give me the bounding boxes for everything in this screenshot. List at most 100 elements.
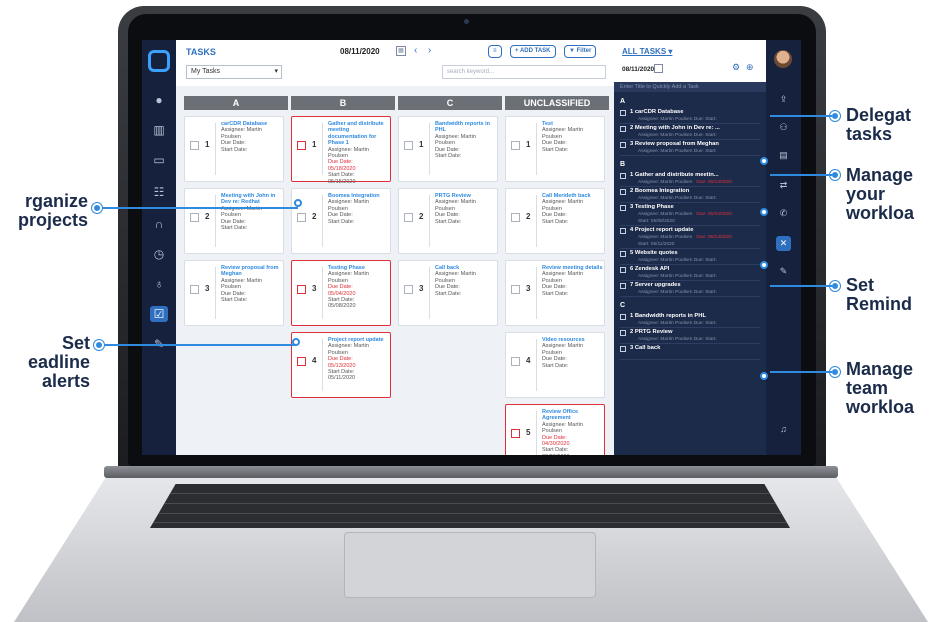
transfer-icon[interactable]: ⇄ xyxy=(776,178,791,193)
task-checkbox[interactable] xyxy=(620,173,626,179)
task-priority-number: 4 xyxy=(312,356,317,365)
contact-card-icon[interactable]: ▤ xyxy=(776,148,791,163)
task-checkbox[interactable] xyxy=(404,285,413,294)
trackpad xyxy=(344,532,596,598)
task-checkbox[interactable] xyxy=(620,251,626,257)
task-checkbox[interactable] xyxy=(511,357,520,366)
callout-line-deadline xyxy=(104,344,296,346)
task-checkbox[interactable] xyxy=(620,189,626,195)
task-checkbox[interactable] xyxy=(297,213,306,222)
divider xyxy=(620,280,760,281)
add-task-button[interactable]: + ADD TASK xyxy=(510,45,556,58)
task-detail: Start Date: xyxy=(542,146,569,153)
team-icon[interactable]: ☷ xyxy=(150,184,168,200)
task-priority-number: 2 xyxy=(312,212,317,221)
task-card[interactable]: 1 Bandwidth reports in PHL Assignee: Marti… xyxy=(398,116,498,182)
history-icon[interactable]: ◷ xyxy=(150,246,168,262)
task-checkbox[interactable] xyxy=(297,285,306,294)
calendar-icon[interactable]: ▦ xyxy=(396,46,406,56)
upload-icon[interactable]: ⇪ xyxy=(776,92,791,107)
task-card[interactable]: 2 PRTG Review Assignee: Martin Poulsen Due D… xyxy=(398,188,498,254)
task-card[interactable]: 1 carCDR Database Assignee: Martin Poulsen D… xyxy=(184,116,284,182)
panel-task-assignee: Assignee: Martin Poulsen Due: Start: xyxy=(638,274,717,279)
calendar-icon[interactable] xyxy=(654,64,663,73)
phone-icon[interactable]: ✆ xyxy=(776,206,791,221)
headset-icon[interactable]: ∩ xyxy=(150,216,168,232)
task-checkbox[interactable] xyxy=(190,141,199,150)
callout-pin xyxy=(292,338,300,346)
add-user-icon[interactable]: ⚇ xyxy=(776,120,791,135)
panel-task-assignee: Assignee: Martin Poulsen Due: Start: xyxy=(638,321,717,326)
callout-pin xyxy=(760,157,768,165)
task-title[interactable]: Gather and distribute meeting documentat… xyxy=(328,121,390,147)
filter-button[interactable]: ▼ Filter xyxy=(564,45,597,58)
prev-date-icon[interactable]: ‹ xyxy=(414,45,417,56)
bell-icon[interactable]: ♫ xyxy=(776,422,791,437)
search-input[interactable]: search keyword... xyxy=(442,65,606,79)
task-checkbox[interactable] xyxy=(620,142,626,148)
task-title[interactable]: Review proposal from Meghan xyxy=(221,265,283,278)
callout-line-organize xyxy=(102,207,298,209)
task-card[interactable]: 3 Testing Phase Assignee: Martin Poulsen Due… xyxy=(291,260,391,326)
task-checkbox[interactable] xyxy=(620,283,626,289)
task-card[interactable]: 4 Project report update Assignee: Martin Po… xyxy=(291,332,391,398)
task-checkbox[interactable] xyxy=(620,228,626,234)
task-card[interactable]: 3 Review meeting details Assignee: Martin P… xyxy=(505,260,605,326)
task-priority-number: 2 xyxy=(526,212,531,221)
app-screen: ● ▥ ▭ ☷ ∩ ◷ ♁ ☑ ✎ TASKS My Tasks ▾ 08/11… xyxy=(142,40,801,455)
task-checkbox[interactable] xyxy=(190,285,199,294)
panel-task-meta: Assignee: Martin Poulsen Due: Start: xyxy=(638,337,717,342)
task-card[interactable]: 2 Boomea Integration Assignee: Martin Pouls… xyxy=(291,188,391,254)
task-card[interactable]: 3 Review proposal from Meghan Assignee: Ma… xyxy=(184,260,284,326)
task-card[interactable]: 4 Video resources Assignee: Martin Poulsen D… xyxy=(505,332,605,398)
task-checkbox[interactable] xyxy=(511,213,520,222)
card-divider xyxy=(322,339,323,391)
task-checkbox[interactable] xyxy=(620,267,626,273)
task-checkbox[interactable] xyxy=(511,141,520,150)
task-card[interactable]: 2 Meeting with John in Dev re: RedhatAssi… xyxy=(184,188,284,254)
tasks-icon[interactable]: ☑ xyxy=(150,306,168,322)
quick-add-input[interactable]: Enter Title to Quickly Add a Task xyxy=(614,82,766,92)
callout-line-reminders xyxy=(770,285,832,287)
task-checkbox[interactable] xyxy=(620,330,626,336)
task-checkbox[interactable] xyxy=(404,213,413,222)
task-checkbox[interactable] xyxy=(620,314,626,320)
building-icon[interactable]: ▥ xyxy=(150,122,168,138)
callout-line: Remind xyxy=(846,294,913,314)
task-title[interactable]: Bandwidth reports in PHL xyxy=(435,121,497,134)
task-checkbox[interactable] xyxy=(404,141,413,150)
avatar[interactable] xyxy=(774,50,792,68)
add-circle-icon[interactable]: ⊕ xyxy=(746,62,754,73)
close-icon[interactable]: ✕ xyxy=(776,236,791,251)
task-title[interactable]: Review Office Agreement xyxy=(542,409,604,422)
gear-icon[interactable]: ⚙ xyxy=(732,62,740,73)
task-card[interactable]: 1 Gather and distribute meeting documenta… xyxy=(291,116,391,185)
all-tasks-panel: ALL TASKS ▾ 08/11/2020 ⚙ ⊕ Enter Title t… xyxy=(614,40,766,455)
list-view-button[interactable]: ≡ xyxy=(488,45,502,58)
my-tasks-select[interactable]: My Tasks ▾ xyxy=(186,65,282,79)
notes-icon[interactable]: ✎ xyxy=(776,264,791,279)
microphone-icon[interactable]: ♁ xyxy=(150,276,168,292)
task-priority-number: 3 xyxy=(312,284,317,293)
card-text: Test Assignee: Martin Poulsen Due Date: Star… xyxy=(542,121,604,153)
callout-line-manage-your xyxy=(770,174,832,176)
next-date-icon[interactable]: › xyxy=(428,45,431,56)
task-detail: Start Date: xyxy=(221,225,248,232)
all-tasks-dropdown[interactable]: ALL TASKS ▾ xyxy=(622,47,672,56)
task-card[interactable]: 1 Test Assignee: Martin Poulsen Due Date: Sta… xyxy=(505,116,605,182)
task-card[interactable]: 2 Call Merideth back Assignee: Martin Pouls… xyxy=(505,188,605,254)
task-checkbox[interactable] xyxy=(620,346,626,352)
task-checkbox[interactable] xyxy=(620,110,626,116)
task-checkbox[interactable] xyxy=(511,285,520,294)
task-card[interactable]: 3 Call back Assignee: Martin Poulsen Due Dat… xyxy=(398,260,498,326)
task-checkbox[interactable] xyxy=(620,205,626,211)
voicemail-icon[interactable]: ▭ xyxy=(150,152,168,168)
task-checkbox[interactable] xyxy=(190,213,199,222)
task-checkbox[interactable] xyxy=(620,126,626,132)
chat-icon[interactable]: ● xyxy=(150,92,168,108)
task-title[interactable]: Meeting with John in Dev re: Redhat xyxy=(221,193,283,206)
task-checkbox[interactable] xyxy=(511,429,520,438)
task-card[interactable]: 5 Review Office Agreement Assignee: Martin… xyxy=(505,404,605,455)
task-checkbox[interactable] xyxy=(297,357,306,366)
task-checkbox[interactable] xyxy=(297,141,306,150)
